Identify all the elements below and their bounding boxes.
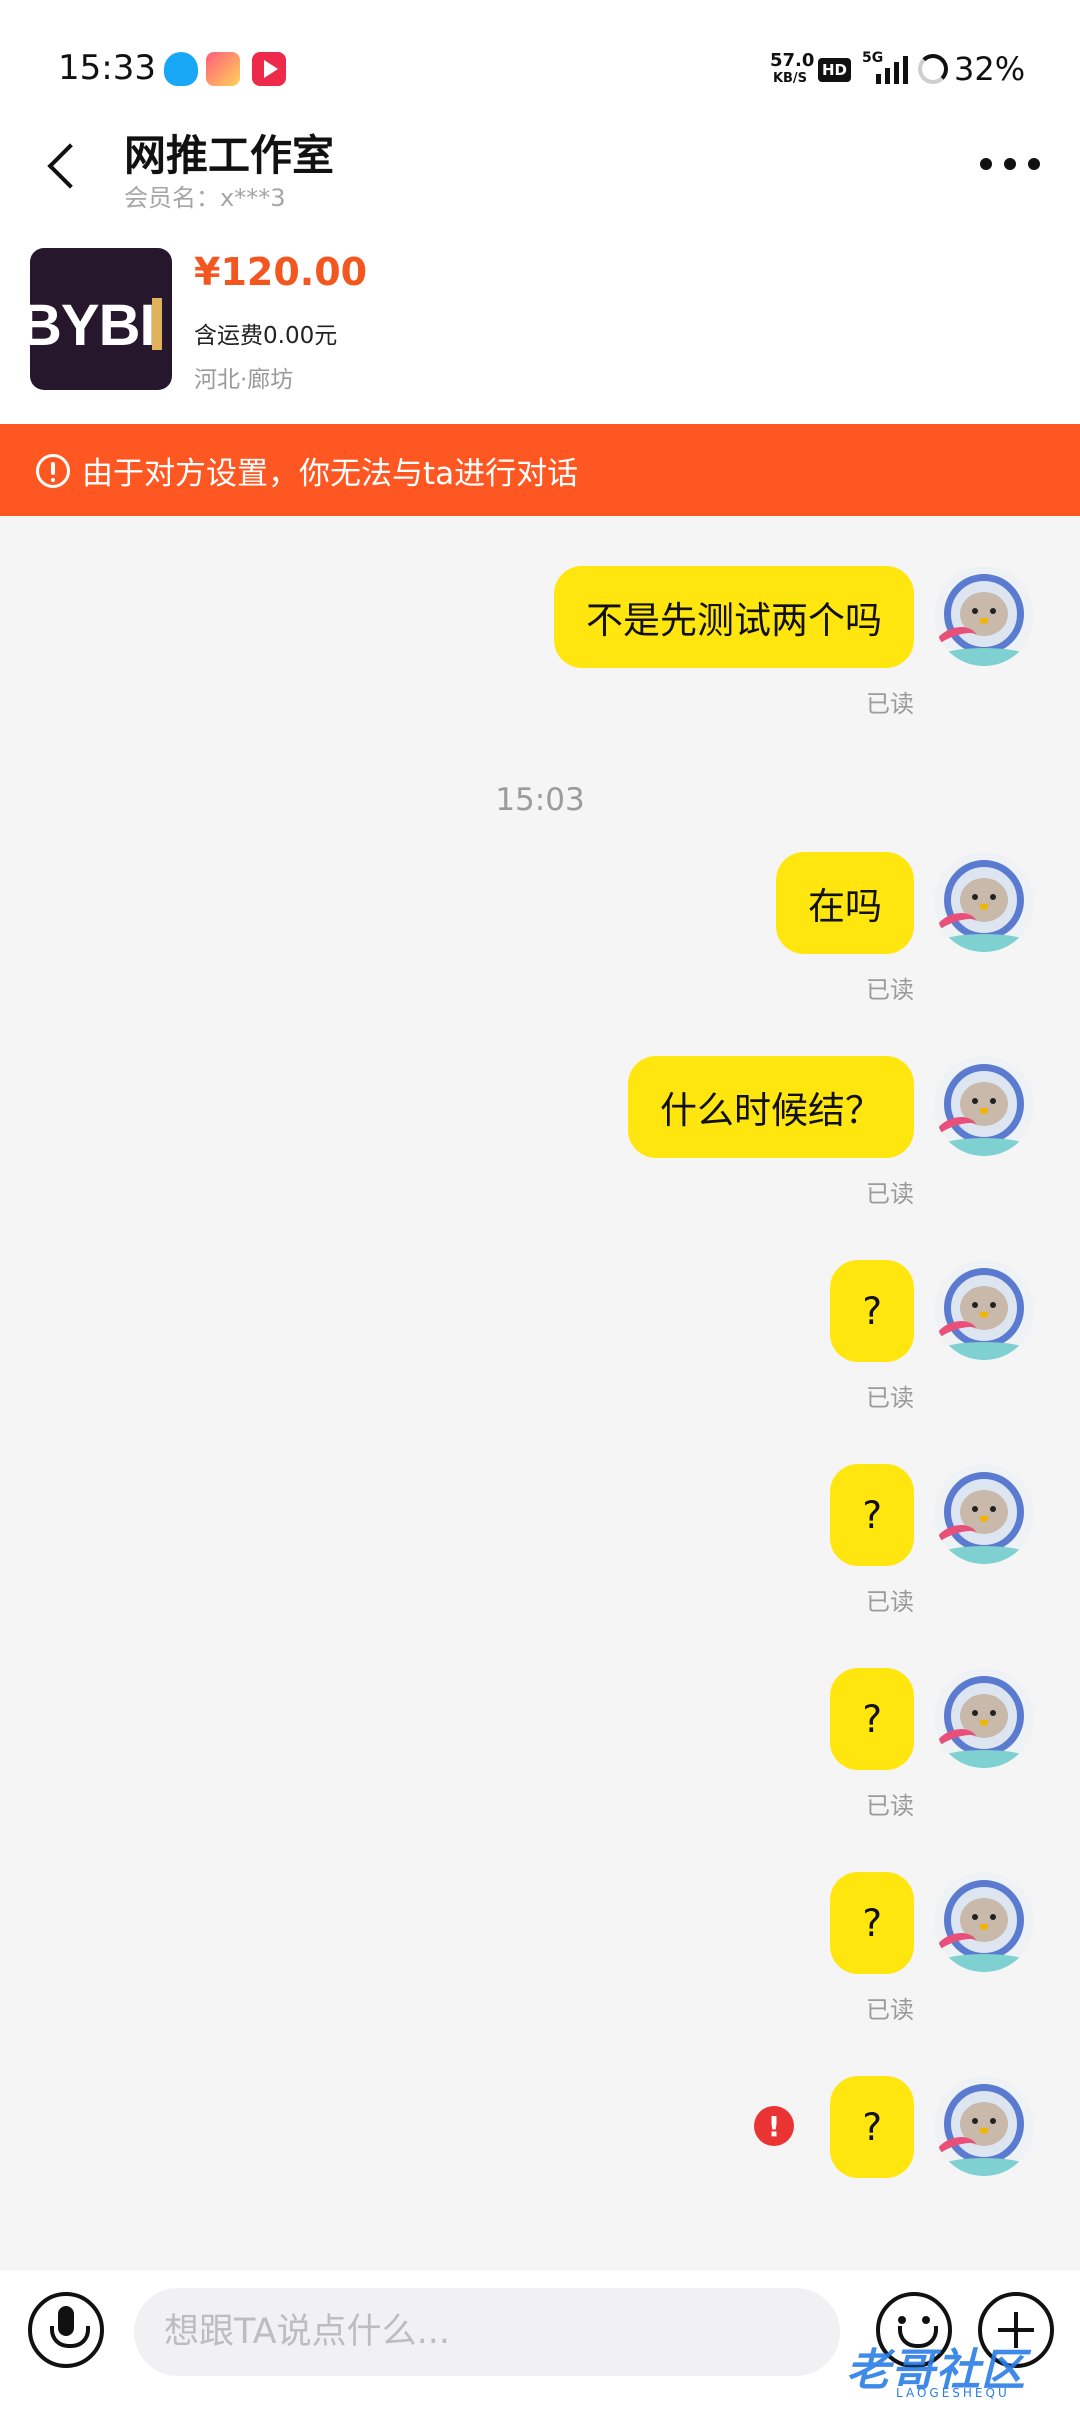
product-location: 河北·廊坊	[194, 367, 294, 393]
warning-icon	[36, 454, 70, 488]
read-status: 已读	[866, 1180, 914, 1208]
message-bubble[interactable]: 什么时候结？	[628, 1056, 914, 1158]
warning-banner: 由于对方设置，你无法与ta进行对话	[0, 424, 1080, 516]
thumbnail-bar	[152, 298, 162, 350]
warning-text: 由于对方设置，你无法与ta进行对话	[82, 456, 579, 492]
message-bubble[interactable]: 在吗	[776, 852, 914, 954]
user-avatar[interactable]	[934, 1056, 1034, 1156]
read-status: 已读	[866, 1996, 914, 2024]
watermark-subtext: LAOGESHEQU	[896, 2386, 1010, 2400]
battery-icon	[918, 54, 948, 84]
message-bubble[interactable]: ?	[830, 2076, 914, 2178]
read-status: 已读	[866, 690, 914, 718]
read-status: 已读	[866, 1792, 914, 1820]
chat-header: 网推工作室 会员名：x***3	[0, 118, 1080, 218]
status-time: 15:33	[58, 48, 156, 88]
send-failed-icon[interactable]: !	[754, 2106, 794, 2146]
user-avatar[interactable]	[934, 566, 1034, 666]
net-speed-value: 57.0	[770, 50, 815, 71]
read-status: 已读	[866, 1384, 914, 1412]
more-options-icon[interactable]	[980, 152, 1040, 176]
read-status: 已读	[866, 976, 914, 1004]
message-bubble[interactable]: ?	[830, 1872, 914, 1974]
net-speed: 57.0 KB/S	[770, 50, 815, 86]
member-name: 会员名：x***3	[124, 184, 286, 212]
user-avatar[interactable]	[934, 1260, 1034, 1360]
message-bubble[interactable]: 不是先测试两个吗	[554, 566, 914, 668]
shipping-fee: 含运费0.00元	[194, 323, 338, 349]
user-avatar[interactable]	[934, 2076, 1034, 2176]
net-speed-unit: KB/S	[772, 71, 808, 86]
message-timestamp: 15:03	[495, 782, 585, 818]
top-panel: 15:33 57.0 KB/S HD 5G 32% 网推工作室 会员名：x***…	[0, 0, 1080, 424]
microphone-icon[interactable]	[28, 2292, 104, 2368]
user-avatar[interactable]	[934, 1464, 1034, 1564]
product-price: ¥120.00	[194, 250, 368, 294]
message-bubble[interactable]: ?	[830, 1260, 914, 1362]
signal-icon: 5G	[862, 50, 912, 86]
battery-percent: 32%	[954, 50, 1026, 88]
message-input[interactable]	[134, 2288, 840, 2376]
app-notification-icon	[206, 52, 240, 86]
product-card[interactable]: BYBI ¥120.00 含运费0.00元 河北·廊坊	[30, 248, 1050, 398]
user-avatar[interactable]	[934, 1872, 1034, 1972]
user-avatar[interactable]	[934, 1668, 1034, 1768]
qq-icon	[164, 52, 198, 86]
product-thumbnail[interactable]: BYBI	[30, 248, 172, 390]
video-app-icon	[252, 52, 286, 86]
user-avatar[interactable]	[934, 852, 1034, 952]
back-arrow-icon[interactable]	[38, 136, 88, 196]
message-bubble[interactable]: ?	[830, 1464, 914, 1566]
message-bubble[interactable]: ?	[830, 1668, 914, 1770]
hd-badge: HD	[818, 58, 852, 82]
chat-title[interactable]: 网推工作室	[124, 122, 334, 183]
read-status: 已读	[866, 1588, 914, 1616]
thumbnail-logo-text: BYBI	[30, 293, 156, 358]
